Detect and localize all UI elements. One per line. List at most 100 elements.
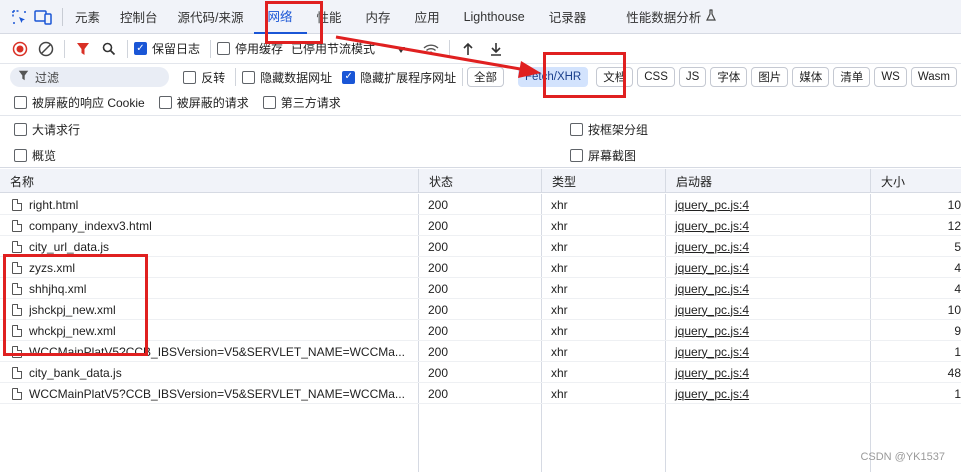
table-row[interactable]: right.html 200 xhr jquery_pc.js:4 10 xyxy=(0,194,961,215)
inspect-element-icon[interactable] xyxy=(8,0,30,34)
clear-icon[interactable] xyxy=(34,34,58,64)
screenshots-checkbox[interactable]: 屏幕截图 xyxy=(570,147,636,164)
initiator-link[interactable]: jquery_pc.js:4 xyxy=(675,261,749,275)
tab-application[interactable]: 应用 xyxy=(401,0,450,34)
initiator-link[interactable]: jquery_pc.js:4 xyxy=(675,345,749,359)
tab-console[interactable]: 控制台 xyxy=(110,0,168,34)
checkbox-box xyxy=(14,123,27,136)
invert-label: 反转 xyxy=(201,70,226,85)
check-icon: ✓ xyxy=(342,70,356,84)
tab-recorder[interactable]: 记录器 xyxy=(535,0,597,34)
tab-elements[interactable]: 元素 xyxy=(69,0,110,34)
overview-checkbox[interactable]: 概览 xyxy=(14,147,56,164)
column-header-status[interactable]: 状态 xyxy=(418,169,541,193)
flask-icon xyxy=(706,9,717,24)
initiator-link[interactable]: jquery_pc.js:4 xyxy=(675,219,749,233)
type-filter-css[interactable]: CSS xyxy=(637,67,675,87)
request-initiator-cell: jquery_pc.js:4 xyxy=(665,320,870,341)
request-name-cell: city_bank_data.js xyxy=(0,362,418,383)
column-header-initiator[interactable]: 启动器 xyxy=(665,169,870,193)
tab-memory[interactable]: 内存 xyxy=(352,0,401,34)
request-name: city_bank_data.js xyxy=(29,365,122,380)
table-row[interactable]: city_bank_data.js 200 xhr jquery_pc.js:4 48 xyxy=(0,362,961,383)
hide-data-urls-label: 隐藏数据网址 xyxy=(260,70,333,85)
request-size: 48 xyxy=(947,365,961,380)
request-size: 10 xyxy=(947,302,961,317)
overview-label: 概览 xyxy=(32,149,57,163)
annotation-box-fetch-xhr xyxy=(543,52,626,98)
initiator-link[interactable]: jquery_pc.js:4 xyxy=(675,387,749,401)
invert-checkbox[interactable]: 反转 xyxy=(183,69,225,86)
search-icon[interactable] xyxy=(97,34,121,64)
column-header-type[interactable]: 类型 xyxy=(541,169,665,193)
request-initiator-cell: jquery_pc.js:4 xyxy=(665,194,870,215)
third-party-checkbox[interactable]: 第三方请求 xyxy=(262,94,341,111)
request-name-cell: WCCMainPlatV5?CCB_IBSVersion=V5&SERVLET_… xyxy=(0,383,418,404)
table-row[interactable]: company_indexv3.html 200 xhr jquery_pc.js:4… xyxy=(0,215,961,236)
preserve-log-label: 保留日志 xyxy=(152,42,201,56)
toolbar-divider xyxy=(449,39,451,58)
initiator-link[interactable]: jquery_pc.js:4 xyxy=(675,198,749,212)
request-size: 12 xyxy=(947,218,961,233)
request-size: 4 xyxy=(954,281,961,296)
initiator-link[interactable]: jquery_pc.js:4 xyxy=(675,240,749,254)
type-filter-ws[interactable]: WS xyxy=(874,67,907,87)
import-har-icon[interactable] xyxy=(456,34,480,64)
tab-lighthouse[interactable]: Lighthouse xyxy=(450,0,535,34)
toolbar-divider xyxy=(127,39,128,58)
file-icon xyxy=(12,198,22,211)
request-table-header: 名称 状态 类型 启动器 大小 xyxy=(0,169,961,193)
type-filter-font[interactable]: 字体 xyxy=(710,67,748,87)
filter-funnel-icon[interactable] xyxy=(71,34,95,64)
preserve-log-checkbox[interactable]: ✓ 保留日志 xyxy=(134,40,200,57)
request-size: 5 xyxy=(954,239,961,254)
request-status: 200 xyxy=(428,281,449,296)
checkbox-box xyxy=(570,149,583,162)
type-filter-manifest[interactable]: 清单 xyxy=(833,67,871,87)
network-conditions-icon[interactable] xyxy=(419,34,443,64)
toolbar-divider xyxy=(462,68,463,86)
filter-input[interactable]: 过滤 xyxy=(10,67,170,87)
type-filter-img[interactable]: 图片 xyxy=(751,67,789,87)
request-initiator-cell: jquery_pc.js:4 xyxy=(665,278,870,299)
network-settings-panel: 大请求行 按框架分组 概览 屏幕截图 xyxy=(0,116,961,168)
column-header-size[interactable]: 大小 xyxy=(870,169,961,193)
export-har-icon[interactable] xyxy=(484,34,508,64)
request-type: xhr xyxy=(551,365,568,380)
request-type: xhr xyxy=(551,239,568,254)
tab-performance-insights[interactable]: 性能数据分析 xyxy=(596,0,726,34)
initiator-link[interactable]: jquery_pc.js:4 xyxy=(675,282,749,296)
request-name: right.html xyxy=(29,197,79,212)
device-toolbar-icon[interactable] xyxy=(32,0,54,34)
request-initiator-cell: jquery_pc.js:4 xyxy=(665,215,870,236)
hide-data-urls-checkbox[interactable]: 隐藏数据网址 xyxy=(242,69,332,86)
table-row[interactable]: WCCMainPlatV5?CCB_IBSVersion=V5&SERVLET_… xyxy=(0,383,961,404)
filter-icon xyxy=(18,70,29,84)
type-filter-all[interactable]: 全部 xyxy=(466,67,504,87)
initiator-link[interactable]: jquery_pc.js:4 xyxy=(675,324,749,338)
initiator-link[interactable]: jquery_pc.js:4 xyxy=(675,303,749,317)
blocked-requests-label: 被屏蔽的请求 xyxy=(176,96,249,110)
record-icon[interactable] xyxy=(8,34,32,64)
group-by-frame-checkbox[interactable]: 按框架分组 xyxy=(570,121,648,138)
request-type: xhr xyxy=(551,344,568,359)
hide-extension-urls-checkbox[interactable]: ✓ 隐藏扩展程序网址 xyxy=(342,69,456,86)
filter-bar: 过滤 反转 隐藏数据网址 ✓ 隐藏扩展程序网址 全部 Fetch/XHR 文档 … xyxy=(0,64,961,90)
large-rows-checkbox[interactable]: 大请求行 xyxy=(14,121,80,138)
blocked-requests-checkbox[interactable]: 被屏蔽的请求 xyxy=(158,94,249,111)
initiator-link[interactable]: jquery_pc.js:4 xyxy=(675,366,749,380)
tab-divider xyxy=(62,7,63,26)
type-filter-js[interactable]: JS xyxy=(678,67,707,87)
request-status: 200 xyxy=(428,365,449,380)
type-filter-wasm[interactable]: Wasm xyxy=(910,67,957,87)
column-header-name[interactable]: 名称 xyxy=(0,169,418,193)
request-size: 1 xyxy=(954,344,961,359)
tab-sources[interactable]: 源代码/来源 xyxy=(168,0,254,34)
watermark: CSDN @YK1537 xyxy=(860,451,945,463)
large-rows-label: 大请求行 xyxy=(32,123,81,137)
type-filter-media[interactable]: 媒体 xyxy=(792,67,830,87)
request-name: company_indexv3.html xyxy=(29,218,152,233)
request-status: 200 xyxy=(428,323,449,338)
blocked-cookies-checkbox[interactable]: 被屏蔽的响应 Cookie xyxy=(14,94,145,111)
filter-placeholder: 过滤 xyxy=(35,70,60,85)
